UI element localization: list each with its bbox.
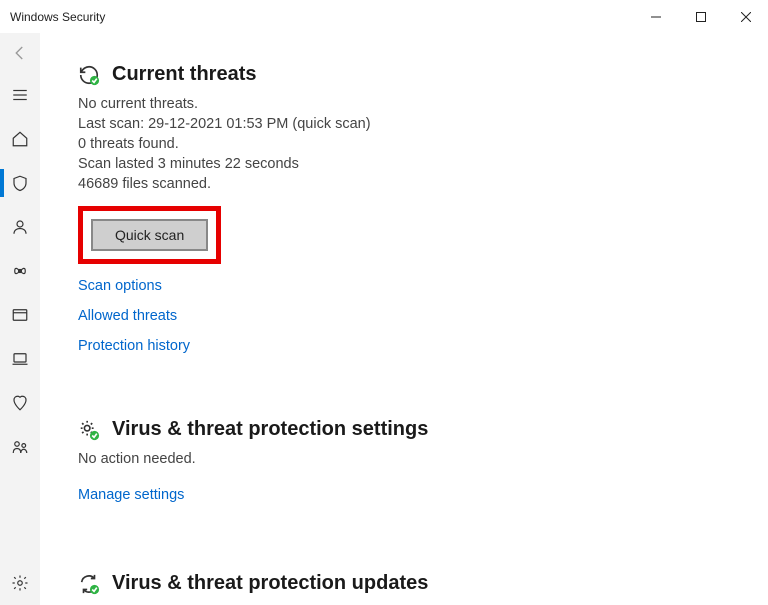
- maximize-button[interactable]: [678, 2, 723, 32]
- nav-virus-protection[interactable]: [0, 161, 40, 205]
- titlebar: Windows Security: [0, 0, 768, 33]
- refresh-check-icon: [78, 573, 100, 595]
- nav-settings[interactable]: [0, 561, 40, 605]
- back-button[interactable]: [0, 33, 40, 73]
- current-threats-section: Current threats No current threats. Last…: [40, 33, 768, 354]
- files-scanned: 46689 files scanned.: [78, 176, 768, 192]
- gear-check-icon: [78, 419, 100, 441]
- current-threats-heading: Current threats: [112, 63, 256, 86]
- nav-app-browser[interactable]: [0, 293, 40, 337]
- nav-menu-button[interactable]: [0, 73, 40, 117]
- nav-firewall[interactable]: [0, 249, 40, 293]
- threats-status: No current threats.: [78, 96, 768, 112]
- scan-options-link[interactable]: Scan options: [78, 278, 768, 294]
- settings-heading: Virus & threat protection settings: [112, 418, 428, 441]
- nav-account-protection[interactable]: [0, 205, 40, 249]
- close-button[interactable]: [723, 2, 768, 32]
- window-controls: [633, 2, 768, 32]
- threats-found: 0 threats found.: [78, 136, 768, 152]
- window-title: Windows Security: [10, 10, 633, 24]
- protection-updates-section: Virus & threat protection updates Securi…: [40, 517, 768, 605]
- protection-settings-section: Virus & threat protection settings No ac…: [40, 368, 768, 503]
- settings-status: No action needed.: [78, 451, 768, 467]
- last-scan-info: Last scan: 29-12-2021 01:53 PM (quick sc…: [78, 116, 768, 132]
- updates-heading: Virus & threat protection updates: [112, 572, 428, 595]
- quick-scan-highlight: Quick scan: [78, 206, 221, 264]
- scan-duration: Scan lasted 3 minutes 22 seconds: [78, 156, 768, 172]
- history-check-icon: [78, 64, 100, 86]
- sidebar: [0, 33, 40, 605]
- quick-scan-button[interactable]: Quick scan: [91, 219, 208, 251]
- nav-device-performance[interactable]: [0, 381, 40, 425]
- nav-family-options[interactable]: [0, 425, 40, 469]
- nav-home[interactable]: [0, 117, 40, 161]
- minimize-button[interactable]: [633, 2, 678, 32]
- protection-history-link[interactable]: Protection history: [78, 338, 768, 354]
- manage-settings-link[interactable]: Manage settings: [78, 487, 768, 503]
- allowed-threats-link[interactable]: Allowed threats: [78, 308, 768, 324]
- content-area: Current threats No current threats. Last…: [40, 33, 768, 605]
- nav-device-security[interactable]: [0, 337, 40, 381]
